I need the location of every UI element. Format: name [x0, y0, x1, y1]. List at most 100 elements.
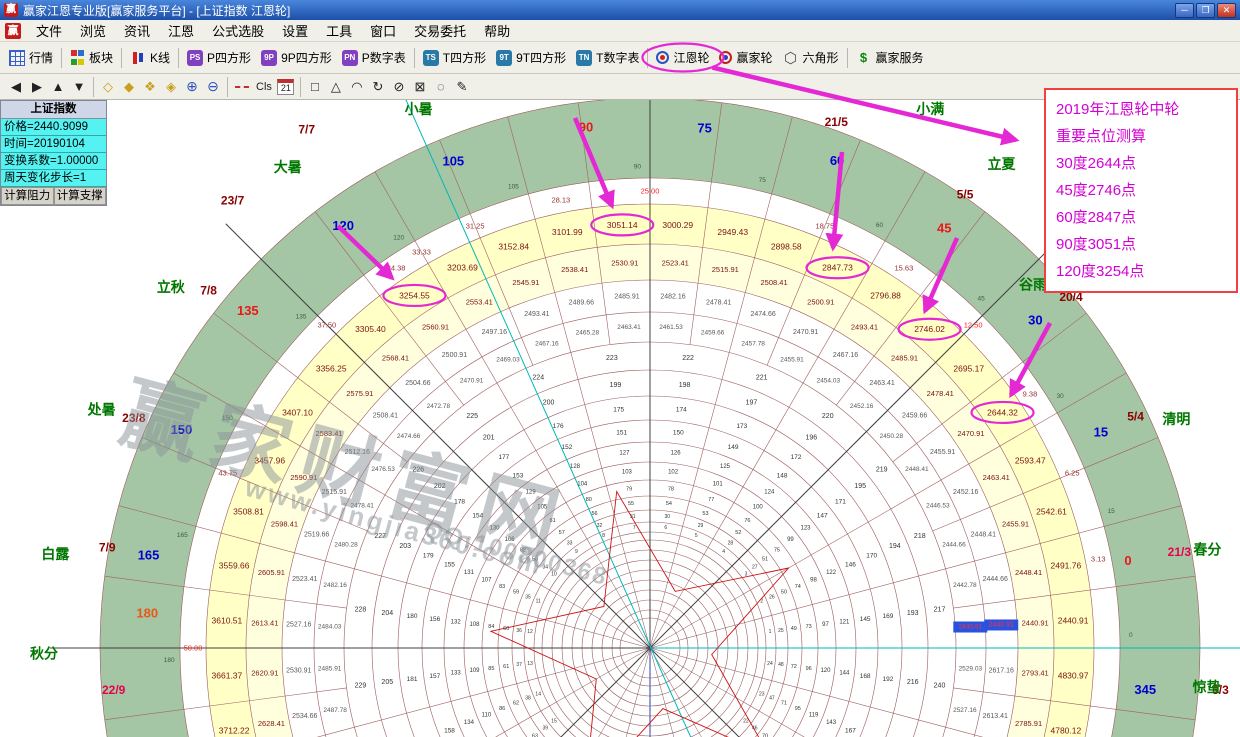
toolbar-label-9t-square: 9T四方形 — [516, 49, 566, 66]
note-line-1: 重要点位测算 — [1056, 123, 1226, 150]
menu-item-工具[interactable]: 工具 — [317, 19, 361, 42]
svg-text:2593.47: 2593.47 — [1015, 455, 1046, 465]
triangle-tool-icon: △ — [331, 79, 341, 95]
svg-text:103: 103 — [622, 470, 633, 476]
svg-text:169: 169 — [883, 613, 894, 620]
svg-text:105: 105 — [537, 505, 548, 511]
toolbar-button-9t-square[interactable]: 9T9T四方形 — [491, 46, 571, 69]
toolbar-button-winner-service[interactable]: $赢家服务 — [851, 46, 929, 69]
zoom-in-button[interactable]: ⊕ — [182, 77, 202, 97]
info-button-计算阻力[interactable]: 计算阻力 — [1, 187, 54, 205]
svg-text:3152.84: 3152.84 — [498, 242, 529, 252]
rect-tool-button[interactable]: □ — [305, 77, 325, 97]
svg-text:23/7: 23/7 — [221, 193, 245, 207]
svg-text:204: 204 — [381, 610, 393, 617]
toolbar-button-quotes[interactable]: 行情 — [4, 46, 58, 69]
svg-text:15.63: 15.63 — [895, 264, 914, 273]
svg-text:2793.41: 2793.41 — [1022, 669, 1049, 678]
svg-text:3610.51: 3610.51 — [212, 615, 243, 625]
svg-text:13: 13 — [527, 661, 533, 667]
svg-text:53: 53 — [702, 511, 708, 517]
nav-right-button[interactable]: ▶ — [27, 77, 47, 97]
diamond-outline-button[interactable]: ◇ — [98, 77, 118, 97]
toolbar-button-p-table[interactable]: PNP数字表 — [337, 46, 411, 69]
svg-text:2613.41: 2613.41 — [251, 618, 278, 627]
svg-text:3712.22: 3712.22 — [219, 726, 250, 736]
svg-text:221: 221 — [756, 375, 768, 382]
svg-text:大暑: 大暑 — [274, 159, 302, 175]
toolbar-label-sectors: 板块 — [89, 49, 113, 66]
toolbar-button-hexagon[interactable]: ⬡六角形 — [778, 46, 844, 69]
svg-text:100: 100 — [753, 505, 764, 511]
svg-text:23/8: 23/8 — [122, 411, 146, 425]
svg-text:3305.40: 3305.40 — [355, 324, 386, 334]
minimize-button[interactable]: ─ — [1175, 3, 1194, 18]
toolbar-button-t-table[interactable]: TNT数字表 — [571, 46, 644, 69]
diamond-dot-button[interactable]: ◈ — [161, 77, 181, 97]
svg-text:123: 123 — [800, 526, 811, 532]
toolbar-button-sectors[interactable]: 板块 — [65, 46, 118, 69]
menu-item-浏览[interactable]: 浏览 — [71, 19, 115, 42]
delete-box-tool-button[interactable]: ⊠ — [410, 77, 430, 97]
toolbar-button-gann-wheel[interactable]: 江恩轮 — [651, 46, 714, 69]
close-button[interactable]: ✕ — [1217, 3, 1236, 18]
toolbar-button-9p-square[interactable]: 9P9P四方形 — [256, 46, 337, 69]
toolbar-button-p-square[interactable]: PSP四方形 — [182, 46, 256, 69]
menu-item-帮助[interactable]: 帮助 — [475, 19, 519, 42]
note-line-4: 60度2847点 — [1056, 204, 1226, 231]
draw-tool-button[interactable]: ✎ — [452, 77, 472, 97]
clear-button[interactable]: Cls — [253, 77, 275, 97]
diamond-cross-button[interactable]: ❖ — [140, 77, 160, 97]
svg-text:2478.41: 2478.41 — [927, 389, 954, 398]
nav-left-button[interactable]: ◀ — [6, 77, 26, 97]
svg-text:79: 79 — [626, 486, 632, 492]
svg-text:3203.69: 3203.69 — [447, 263, 478, 273]
triangle-tool-button[interactable]: △ — [326, 77, 346, 97]
svg-text:18.75: 18.75 — [815, 221, 834, 230]
nav-down-button[interactable]: ▼ — [69, 77, 89, 97]
svg-text:54: 54 — [666, 501, 672, 507]
dashed-line-button[interactable] — [232, 77, 252, 97]
zoom-out-button[interactable]: ⊖ — [203, 77, 223, 97]
menu-item-窗口[interactable]: 窗口 — [361, 19, 405, 42]
arc-tool-button[interactable]: ◠ — [347, 77, 367, 97]
svg-text:124: 124 — [764, 490, 775, 496]
toolbar-button-t-square[interactable]: TST四方形 — [418, 46, 491, 69]
menu-item-设置[interactable]: 设置 — [273, 19, 317, 42]
diamond-filled-button[interactable]: ◆ — [119, 77, 139, 97]
menu-item-交易委托[interactable]: 交易委托 — [405, 19, 475, 42]
svg-text:37: 37 — [516, 662, 522, 668]
svg-text:2508.41: 2508.41 — [761, 278, 788, 287]
svg-text:25: 25 — [778, 628, 784, 634]
menu-item-资讯[interactable]: 资讯 — [115, 19, 159, 42]
nav-up-button[interactable]: ▲ — [48, 77, 68, 97]
svg-text:178: 178 — [454, 498, 465, 505]
svg-text:2491.76: 2491.76 — [1050, 560, 1081, 570]
svg-text:154: 154 — [472, 512, 483, 519]
svg-text:2545.91: 2545.91 — [512, 278, 539, 287]
rotate-tool-button[interactable]: ↻ — [368, 77, 388, 97]
menu-item-公式选股[interactable]: 公式选股 — [203, 19, 273, 42]
crosshair-tool-button[interactable]: ◌ — [431, 77, 451, 97]
svg-text:197: 197 — [746, 400, 758, 407]
menu-item-江恩[interactable]: 江恩 — [159, 19, 203, 42]
svg-text:122: 122 — [826, 570, 837, 576]
svg-text:147: 147 — [817, 512, 828, 519]
svg-text:9: 9 — [575, 549, 578, 555]
menu-item-文件[interactable]: 文件 — [27, 19, 71, 42]
svg-text:61: 61 — [503, 664, 509, 670]
toolbar-separator — [93, 77, 94, 97]
svg-text:181: 181 — [407, 676, 418, 683]
info-button-计算支撑[interactable]: 计算支撑 — [54, 187, 107, 205]
svg-text:167: 167 — [845, 728, 856, 735]
svg-text:31: 31 — [630, 514, 636, 520]
svg-text:143: 143 — [826, 720, 837, 726]
circle-slash-tool-button[interactable]: ⊘ — [389, 77, 409, 97]
info-row-2: 变换系数=1.00000 — [1, 153, 106, 170]
svg-text:75: 75 — [759, 177, 767, 184]
nav-left-icon: ◀ — [11, 79, 21, 95]
toolbar-button-kline[interactable]: K线 — [125, 46, 175, 69]
maximize-button[interactable]: ❐ — [1196, 3, 1215, 18]
toolbar-button-winner-wheel[interactable]: 赢家轮 — [714, 46, 777, 69]
calendar-button[interactable]: 21 — [276, 77, 296, 97]
